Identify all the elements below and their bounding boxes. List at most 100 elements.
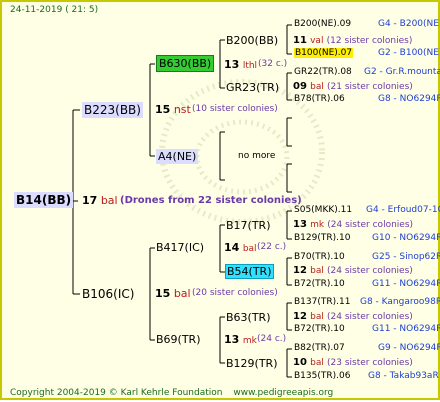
leaf-name[interactable]: B72(TR).10	[294, 325, 345, 334]
leaf-name[interactable]: B137(TR).11	[294, 298, 350, 307]
sire-sire-code: lthl	[242, 61, 258, 71]
dam-code: bal	[173, 287, 191, 300]
b200-info: 11 val (12 sister colonies)	[293, 36, 412, 46]
dam-sire-code: bal	[242, 244, 257, 254]
pedigree-frame: 24-11-2019 ( 21: 5) B14(BB) 17 bal (Dron…	[0, 0, 440, 400]
sire-info: 15 nst	[155, 104, 191, 115]
gr23-gen: 09	[293, 81, 307, 92]
b129-gen: 10	[293, 357, 307, 368]
gr23-node[interactable]: GR23(TR)	[226, 82, 279, 93]
leaf-ref[interactable]: G11 - NO6294R	[372, 325, 440, 334]
b200-note: (12 sister colonies)	[326, 36, 413, 46]
sire-sire-gen: 13	[224, 58, 240, 71]
dam-sire-name: B417(IC)	[156, 241, 205, 254]
b17-node[interactable]: B17(TR)	[226, 220, 271, 231]
b129-code: bal	[310, 358, 324, 368]
b63-name: B63(TR)	[226, 311, 271, 324]
b63-code: bal	[310, 312, 324, 322]
b17-code: mk	[310, 220, 325, 230]
leaf-ref[interactable]: G25 - Sinop62R	[372, 253, 440, 262]
sire-sire-note: (32 c.)	[258, 59, 288, 69]
header-date: 24-11-2019 ( 21: 5)	[10, 6, 98, 15]
root-note: (Drones from 22 sister colonies)	[120, 195, 302, 206]
dam-node[interactable]: B106(IC)	[82, 288, 134, 300]
dam-sire-note: (22 c.)	[257, 242, 287, 252]
leaf-name[interactable]: S05(MKK).11	[294, 206, 352, 215]
b54-node[interactable]: B54(TR)	[225, 264, 274, 279]
dam-gen: 15	[155, 287, 171, 300]
dam-note: (20 sister colonies)	[192, 288, 278, 298]
sire-dam-node[interactable]: A4(NE)	[156, 149, 199, 164]
b200-name: B200(BB)	[226, 34, 279, 47]
root-info: 17 bal	[82, 195, 118, 206]
gr23-note: (21 sister colonies)	[327, 82, 413, 92]
site-link[interactable]: www.pedigreeapis.org	[233, 388, 333, 398]
no-more-label: no more	[238, 151, 276, 161]
leaf-ref[interactable]: G4 - Erfoud07-1Q	[366, 206, 440, 215]
root-node[interactable]: B14(BB)	[14, 192, 74, 208]
dam-dam-note: (24 c.)	[257, 334, 287, 344]
sire-sire-info: 13 lthl	[224, 59, 257, 71]
b129-note: (23 sister colonies)	[327, 358, 413, 368]
leaf-ref[interactable]: G11 - NO6294R	[372, 280, 440, 289]
b63-info: 12 bal (24 sister colonies)	[293, 312, 413, 322]
sire-sire-name: B630(BB)	[156, 55, 215, 72]
time-text: ( 21: 5)	[65, 5, 99, 15]
dam-sire-gen: 14	[224, 241, 240, 254]
leaf-name[interactable]: B100(NE).07	[294, 48, 354, 58]
sire-node[interactable]: B223(BB)	[82, 102, 143, 118]
dam-sire-info: 14 bal	[224, 242, 257, 254]
b129-name: B129(TR)	[226, 357, 278, 370]
b17-gen: 13	[293, 219, 307, 230]
dam-dam-gen: 13	[224, 333, 240, 346]
leaf-ref[interactable]: G8 - Kangaroo98R	[360, 298, 440, 307]
sire-note: (10 sister colonies)	[192, 104, 278, 114]
b17-name: B17(TR)	[226, 219, 271, 232]
dam-name: B106(IC)	[82, 287, 135, 301]
b54-gen: 12	[293, 265, 307, 276]
b63-gen: 12	[293, 311, 307, 322]
leaf-name[interactable]: B135(TR).06	[294, 372, 350, 381]
leaf-highlight: B100(NE).07	[294, 48, 354, 58]
leaf-ref[interactable]: G4 - B200(NE)	[378, 20, 440, 29]
leaf-ref[interactable]: G9 - NO6294R	[378, 344, 440, 353]
root-code: bal	[100, 194, 118, 207]
dam-dam-node[interactable]: B69(TR)	[156, 334, 201, 345]
dam-sire-node[interactable]: B417(IC)	[156, 242, 204, 253]
gr23-info: 09 bal (21 sister colonies)	[293, 82, 413, 92]
leaf-name[interactable]: GR22(TR).08	[294, 68, 352, 77]
dam-dam-info: 13 mk	[224, 334, 257, 346]
gr23-name: GR23(TR)	[226, 81, 280, 94]
leaf-ref[interactable]: G8 - NO6294R	[378, 95, 440, 104]
leaf-ref[interactable]: G2 - Gr.R.mounta	[364, 68, 440, 77]
sire-sire-node[interactable]: B630(BB)	[156, 55, 215, 72]
copyright-text: Copyright 2004-2019 © Karl Kehrle Founda…	[10, 388, 223, 398]
leaf-name[interactable]: B78(TR).06	[294, 95, 345, 104]
leaf-ref[interactable]: G10 - NO6294R	[372, 234, 440, 243]
b54-note: (24 sister colonies)	[327, 266, 413, 276]
b54-name: B54(TR)	[225, 264, 274, 279]
b17-info: 13 mk (24 sister colonies)	[293, 220, 413, 230]
leaf-ref[interactable]: G8 - Takab93aR	[368, 372, 439, 381]
leaf-ref[interactable]: G2 - B100(NE)	[378, 49, 440, 58]
leaf-name[interactable]: B129(TR).10	[294, 234, 350, 243]
dam-info: 15 bal	[155, 288, 191, 299]
leaf-name[interactable]: B82(TR).07	[294, 344, 345, 353]
sire-code: nst	[173, 103, 191, 116]
b129-node[interactable]: B129(TR)	[226, 358, 278, 369]
sire-gen: 15	[155, 103, 171, 116]
leaf-name[interactable]: B70(TR).10	[294, 253, 345, 262]
date-text: 24-11-2019	[10, 5, 63, 15]
b63-note: (24 sister colonies)	[327, 312, 413, 322]
dam-dam-name: B69(TR)	[156, 333, 201, 346]
footer: Copyright 2004-2019 © Karl Kehrle Founda…	[10, 389, 333, 398]
sire-dam-name: A4(NE)	[156, 149, 199, 164]
root-name: B14(BB)	[14, 192, 74, 208]
gr23-code: bal	[310, 82, 324, 92]
b63-node[interactable]: B63(TR)	[226, 312, 271, 323]
root-gen: 17	[82, 194, 98, 207]
leaf-name[interactable]: B200(NE).09	[294, 20, 351, 29]
b200-node[interactable]: B200(BB)	[226, 35, 278, 46]
leaf-name[interactable]: B72(TR).10	[294, 280, 345, 289]
b200-code: val	[310, 36, 324, 46]
